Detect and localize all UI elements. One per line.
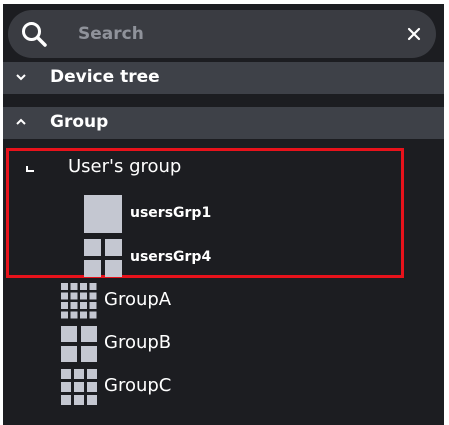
group-tree-panel: Device tree Group User's group usersGrp1… <box>3 4 444 425</box>
section-label-group: Group <box>50 112 109 132</box>
tree-node-usersgrp4[interactable]: usersGrp4 <box>84 239 284 277</box>
single-tile-icon <box>84 195 122 233</box>
tree-node-groupa[interactable]: GroupA <box>61 283 261 321</box>
tree-node-groupc[interactable]: GroupC <box>61 369 261 407</box>
section-label-device-tree: Device tree <box>50 67 160 87</box>
tree-node-label: usersGrp4 <box>130 249 212 265</box>
search-input[interactable] <box>76 18 376 50</box>
section-header-device-tree[interactable]: Device tree <box>3 62 444 94</box>
expand-toggle-icon[interactable] <box>25 163 37 175</box>
grid-4x4-icon <box>61 283 97 319</box>
tree-node-label: usersGrp1 <box>130 205 212 221</box>
close-icon[interactable] <box>404 24 424 44</box>
section-header-group[interactable]: Group <box>3 107 444 139</box>
search-bar <box>8 10 436 58</box>
grid-2x2-icon <box>61 326 97 362</box>
tree-node-users-group[interactable]: User's group <box>25 154 355 186</box>
grid-3x3-icon <box>61 369 97 405</box>
tree-node-label: User's group <box>68 156 182 177</box>
tree-node-label: GroupA <box>104 289 172 310</box>
tree-node-usersgrp1[interactable]: usersGrp1 <box>84 195 284 233</box>
chevron-down-icon <box>16 74 26 81</box>
tree-node-groupb[interactable]: GroupB <box>61 326 261 364</box>
chevron-up-icon <box>16 118 26 125</box>
tree-node-label: GroupC <box>104 375 172 396</box>
tree-node-label: GroupB <box>104 332 172 353</box>
grid-2x2-icon <box>84 239 122 277</box>
search-icon[interactable] <box>20 20 48 48</box>
